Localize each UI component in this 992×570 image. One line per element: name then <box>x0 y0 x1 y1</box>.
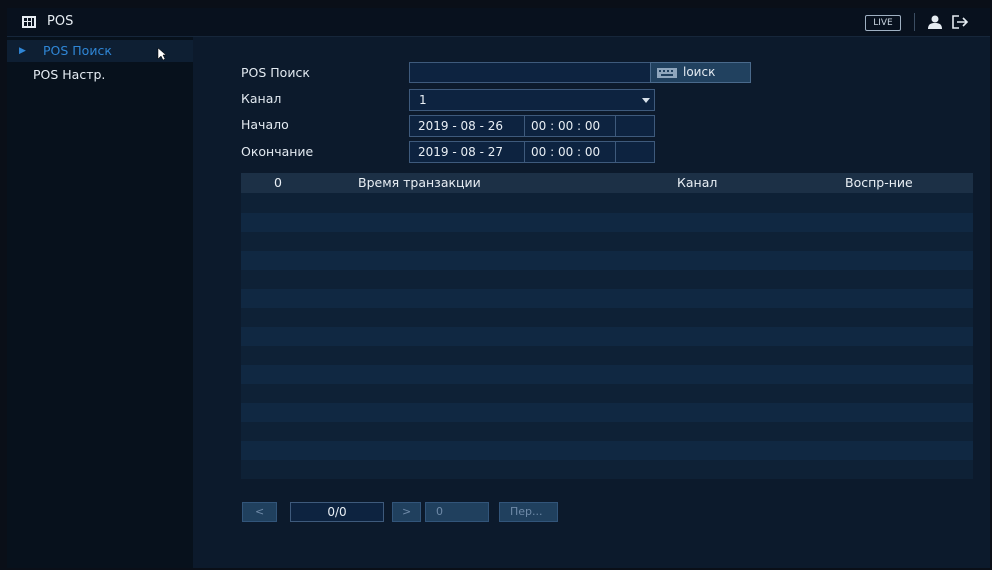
channel-select[interactable]: 1 <box>409 89 655 111</box>
table-row[interactable] <box>241 327 973 346</box>
time-end-divider <box>615 116 616 136</box>
end-date[interactable]: 2019 - 08 - 27 <box>418 142 503 162</box>
table-row[interactable] <box>241 346 973 365</box>
column-header-channel[interactable]: Канал <box>677 173 717 193</box>
table-row[interactable] <box>241 384 973 403</box>
table-row[interactable] <box>241 251 973 270</box>
table-row[interactable] <box>241 213 973 232</box>
table-row[interactable] <box>241 403 973 422</box>
column-header-index[interactable]: 0 <box>274 173 282 193</box>
sidebar-item-pos-search[interactable]: ▶ POS Поиск <box>7 40 193 62</box>
date-time-divider <box>524 116 525 136</box>
chevron-right-icon: ▶ <box>19 46 26 56</box>
sidebar-item-pos-settings[interactable]: POS Настр. <box>7 64 193 86</box>
end-label: Окончание <box>241 144 314 159</box>
chevron-down-icon <box>642 98 650 103</box>
table-header: 0 Время транзакции Канал Воспр-ние <box>241 173 973 193</box>
live-button[interactable]: LIVE <box>865 15 901 31</box>
sidebar-item-label: POS Поиск <box>43 43 112 58</box>
search-button[interactable]: loиск <box>650 62 751 83</box>
end-time[interactable]: 00 : 00 : 00 <box>531 142 600 162</box>
table-row[interactable] <box>241 232 973 251</box>
channel-label: Канал <box>241 91 282 106</box>
next-page-button[interactable]: > <box>392 502 421 522</box>
table-row[interactable] <box>241 270 973 289</box>
sidebar-item-label: POS Настр. <box>33 67 106 82</box>
sidebar: ▶ POS Поиск POS Настр. <box>7 37 193 568</box>
topbar-divider <box>914 13 915 31</box>
top-bar: POS LIVE <box>7 8 990 37</box>
page-indicator: 0/0 <box>290 502 384 522</box>
column-header-playback[interactable]: Воспр-ние <box>845 173 913 193</box>
user-icon[interactable] <box>927 14 943 30</box>
prev-page-button[interactable]: < <box>242 502 277 522</box>
mouse-cursor-icon <box>157 47 167 61</box>
table-row[interactable] <box>241 365 973 384</box>
date-time-divider <box>524 142 525 162</box>
start-time[interactable]: 00 : 00 : 00 <box>531 116 600 136</box>
main-panel: POS Поиск loиск Канал 1 Начало 2019 - 08… <box>193 37 990 568</box>
table-row[interactable] <box>241 460 973 479</box>
pos-window: POS LIVE ▶ POS Поиск POS Настр. POS Поис… <box>7 8 990 568</box>
time-end-divider <box>615 142 616 162</box>
pos-search-label: POS Поиск <box>241 65 310 80</box>
transactions-table: 0 Время транзакции Канал Воспр-ние <box>241 173 973 479</box>
pos-search-input[interactable] <box>409 62 651 83</box>
table-row[interactable] <box>241 308 973 327</box>
goto-page-button[interactable]: Пер... <box>499 502 558 522</box>
column-header-transaction-time[interactable]: Время транзакции <box>358 173 481 193</box>
table-row[interactable] <box>241 441 973 460</box>
app-title: POS <box>47 14 74 29</box>
logout-icon[interactable] <box>951 14 971 30</box>
table-row[interactable] <box>241 422 973 441</box>
keyboard-icon <box>657 68 677 78</box>
channel-value: 1 <box>419 93 427 107</box>
search-button-label: loиск <box>683 65 716 79</box>
table-row[interactable] <box>241 289 973 308</box>
end-datetime[interactable]: 2019 - 08 - 27 00 : 00 : 00 <box>409 141 655 163</box>
goto-page-input[interactable]: 0 <box>425 502 489 522</box>
pos-app-icon <box>22 16 36 28</box>
start-label: Начало <box>241 117 289 132</box>
table-row[interactable] <box>241 194 973 213</box>
start-datetime[interactable]: 2019 - 08 - 26 00 : 00 : 00 <box>409 115 655 137</box>
start-date[interactable]: 2019 - 08 - 26 <box>418 116 503 136</box>
